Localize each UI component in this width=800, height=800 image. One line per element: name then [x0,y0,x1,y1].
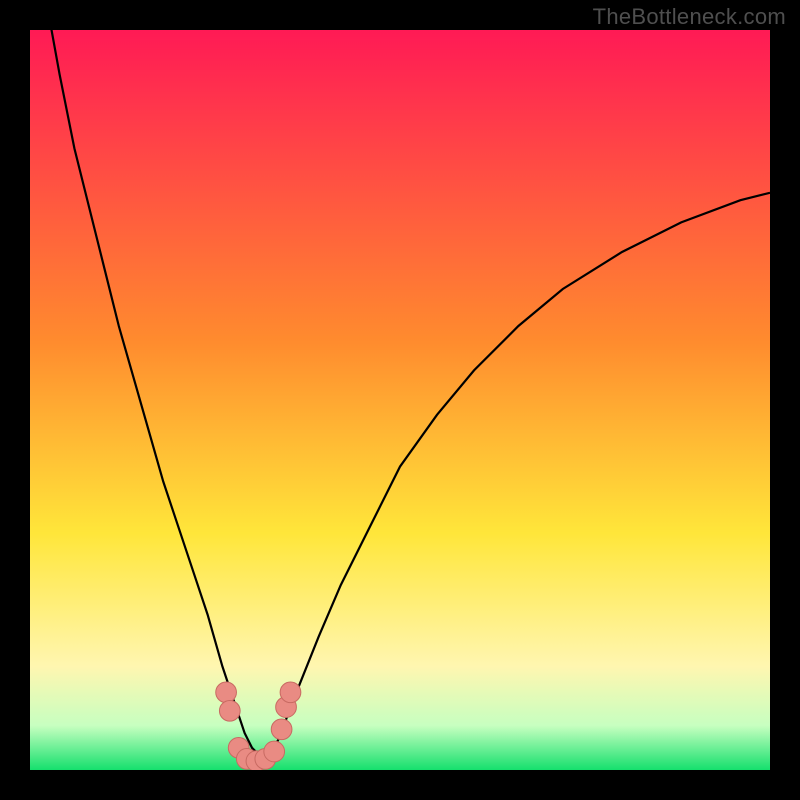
chart-frame: TheBottleneck.com [0,0,800,800]
marker-point [219,700,240,721]
marker-point [271,719,292,740]
marker-point [216,682,237,703]
plot-svg [30,30,770,770]
watermark-text: TheBottleneck.com [593,4,786,30]
marker-point [280,682,301,703]
plot-area [30,30,770,770]
marker-point [264,741,285,762]
